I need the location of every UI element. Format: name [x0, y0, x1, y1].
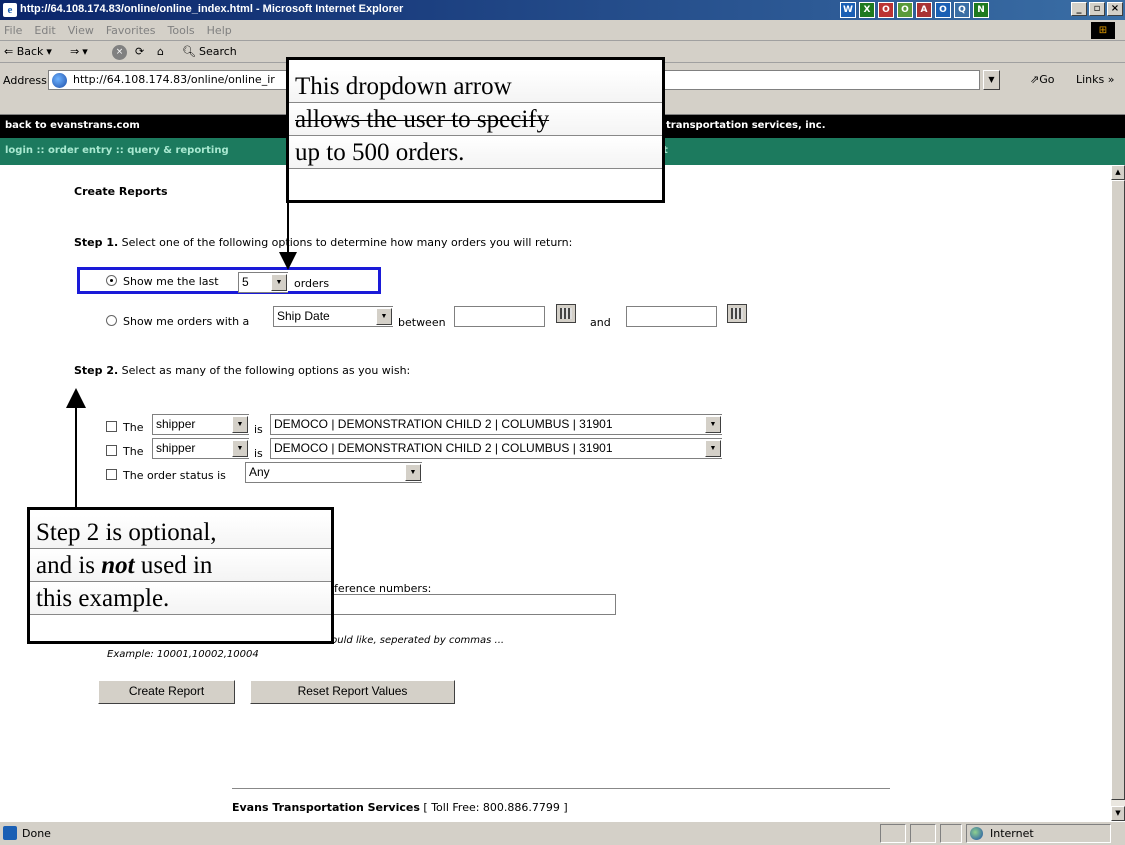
status-pane — [940, 824, 962, 843]
status-pane — [910, 824, 936, 843]
arrow-down-icon — [279, 252, 297, 270]
ie-page-icon — [3, 826, 17, 840]
status-pane — [880, 824, 906, 843]
zone-label: Internet — [990, 827, 1034, 840]
arrow-up-icon — [66, 388, 86, 408]
status-text: Done — [22, 827, 51, 840]
callout-arrows — [66, 203, 297, 507]
status-bar: Done Internet — [0, 821, 1125, 845]
internet-globe-icon — [970, 827, 983, 840]
zone-pane — [966, 824, 1111, 843]
